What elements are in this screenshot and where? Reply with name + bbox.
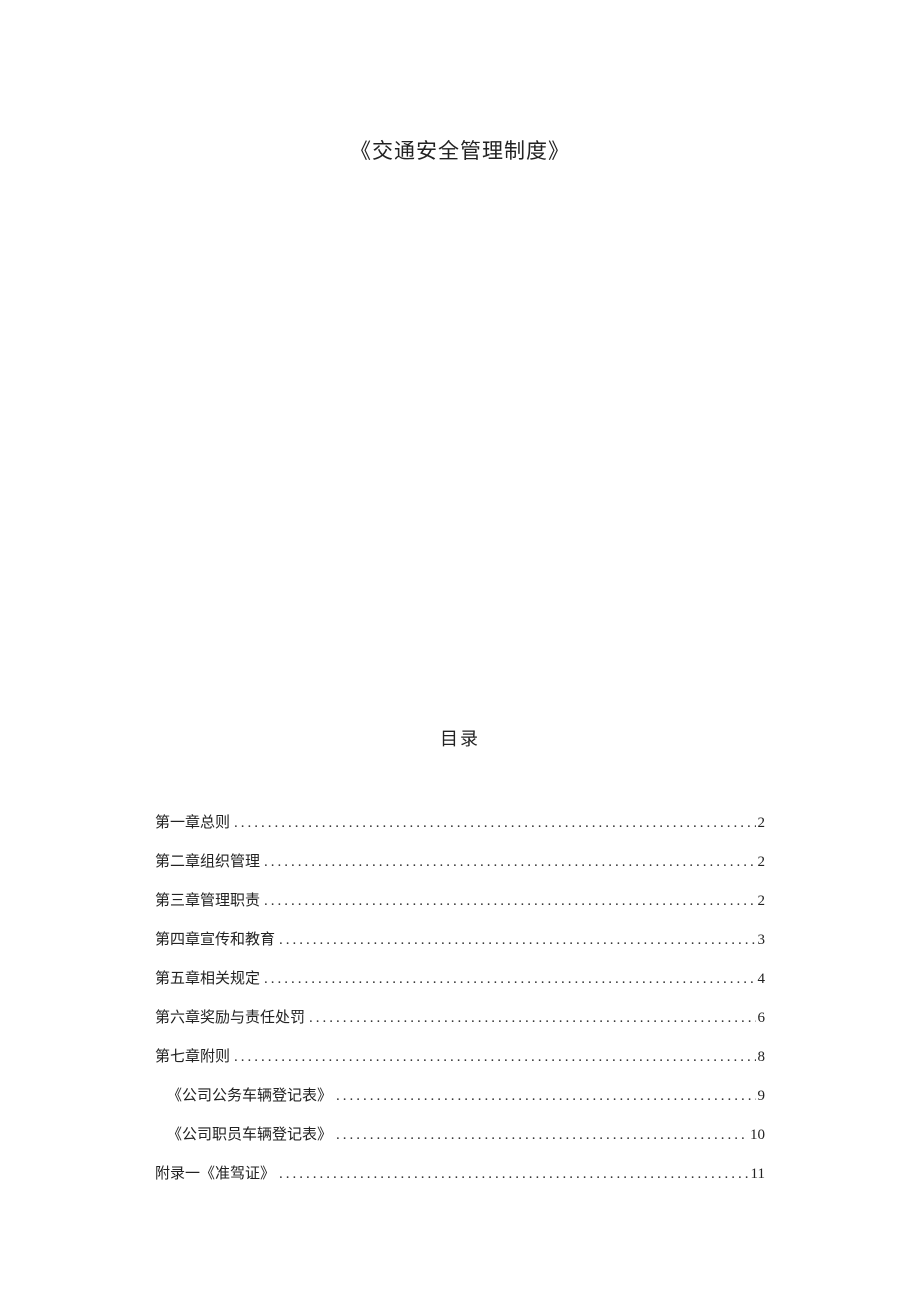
toc-entry: 《公司公务车辆登记表》 9 xyxy=(155,1084,765,1105)
toc-entry-label: 第五章相关规定 xyxy=(155,967,260,988)
toc-entry-label: 《公司公务车辆登记表》 xyxy=(167,1084,332,1105)
toc-entry: 第七章附则 8 xyxy=(155,1045,765,1066)
toc-entry: 第一章总则 2 xyxy=(155,811,765,832)
toc-leader-dots xyxy=(264,971,755,988)
toc-leader-dots xyxy=(336,1127,748,1144)
toc-entry: 第四章宣传和教育 3 xyxy=(155,928,765,949)
toc-entry-page: 2 xyxy=(756,815,766,832)
toc-leader-dots xyxy=(336,1088,755,1105)
toc-entry-page: 2 xyxy=(756,854,766,871)
toc-entry-label: 第六章奖励与责任处罚 xyxy=(155,1006,305,1027)
toc-entry: 第六章奖励与责任处罚 6 xyxy=(155,1006,765,1027)
toc-entry-label: 《公司职员车辆登记表》 xyxy=(167,1123,332,1144)
toc-leader-dots xyxy=(279,1166,749,1183)
toc-entry-page: 11 xyxy=(749,1166,765,1183)
toc-entry-page: 2 xyxy=(756,893,766,910)
toc-entry-page: 9 xyxy=(756,1088,766,1105)
toc-leader-dots xyxy=(264,854,755,871)
toc-entry-label: 第三章管理职责 xyxy=(155,889,260,910)
toc-leader-dots xyxy=(234,1049,755,1066)
toc-entry-page: 4 xyxy=(756,971,766,988)
document-title: 《交通安全管理制度》 xyxy=(155,135,765,165)
toc-entry-page: 10 xyxy=(748,1127,765,1144)
toc-entry-label: 第一章总则 xyxy=(155,811,230,832)
toc-heading: 目录 xyxy=(155,725,765,751)
table-of-contents: 第一章总则2第二章组织管理2第三章管理职责2第四章宣传和教育3第五章相关规定4第… xyxy=(155,811,765,1183)
toc-leader-dots xyxy=(309,1010,755,1027)
toc-leader-dots xyxy=(264,893,755,910)
toc-entry-label: 第七章附则 xyxy=(155,1045,230,1066)
toc-entry: 第五章相关规定 4 xyxy=(155,967,765,988)
toc-entry-page: 6 xyxy=(756,1010,766,1027)
toc-entry: 第三章管理职责 2 xyxy=(155,889,765,910)
toc-entry-label: 第四章宣传和教育 xyxy=(155,928,275,949)
toc-entry: 第二章组织管理 2 xyxy=(155,850,765,871)
toc-entry-page: 3 xyxy=(756,932,766,949)
toc-entry: 《公司职员车辆登记表》 10 xyxy=(155,1123,765,1144)
toc-entry-label: 第二章组织管理 xyxy=(155,850,260,871)
toc-entry: 附录一《准驾证》 11 xyxy=(155,1162,765,1183)
document-page: 《交通安全管理制度》 目录 第一章总则 2 第二章组织管理 2 第三章管理职责 2 第四章宣… xyxy=(0,0,920,1183)
toc-entry-label: 附录一《准驾证》 xyxy=(155,1162,275,1183)
toc-entry-page: 8 xyxy=(756,1049,766,1066)
toc-leader-dots xyxy=(279,932,755,949)
toc-leader-dots xyxy=(234,815,755,832)
